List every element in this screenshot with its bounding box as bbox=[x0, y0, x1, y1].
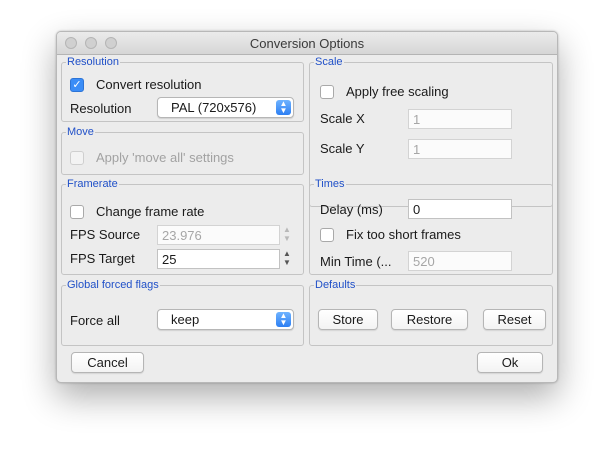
checkmark-icon: ✓ bbox=[72, 79, 82, 91]
defaults-legend: Defaults bbox=[314, 279, 357, 292]
framerate-group: Framerate Change frame rate FPS Source 2… bbox=[61, 178, 304, 275]
scale-x-field[interactable]: 1 bbox=[408, 109, 512, 129]
force-all-select-value: keep bbox=[171, 312, 200, 327]
scale-x-label: Scale X bbox=[320, 111, 365, 126]
fps-source-label: FPS Source bbox=[70, 227, 141, 242]
chevron-up-icon: ▲ bbox=[283, 225, 291, 234]
window-title: Conversion Options bbox=[249, 36, 365, 51]
apply-free-scaling-checkbox[interactable] bbox=[320, 85, 334, 99]
force-all-select[interactable]: keep ▲ ▼ bbox=[157, 309, 294, 330]
resolution-group: Resolution ✓ Convert resolution Resoluti… bbox=[61, 56, 304, 122]
resolution-select[interactable]: PAL (720x576) ▲ ▼ bbox=[157, 97, 294, 118]
fps-target-label: FPS Target bbox=[70, 251, 135, 266]
store-button[interactable]: Store bbox=[318, 309, 378, 330]
move-legend: Move bbox=[66, 126, 95, 139]
title-bar: Conversion Options bbox=[57, 32, 557, 55]
resolution-select-value: PAL (720x576) bbox=[171, 100, 257, 115]
scale-legend: Scale bbox=[314, 56, 344, 69]
change-frame-rate-checkbox[interactable] bbox=[70, 205, 84, 219]
updown-arrows-icon: ▲ ▼ bbox=[276, 100, 291, 115]
scale-y-label: Scale Y bbox=[320, 141, 365, 156]
resolution-label: Resolution bbox=[70, 101, 132, 116]
fps-target-stepper[interactable]: ▲ ▼ bbox=[280, 249, 294, 269]
restore-button[interactable]: Restore bbox=[391, 309, 468, 330]
defaults-group: Defaults Store Restore Reset bbox=[309, 279, 553, 346]
fps-target-field[interactable]: 25 bbox=[157, 249, 280, 269]
fix-short-frames-label: Fix too short frames bbox=[346, 227, 461, 242]
fps-source-field[interactable]: 23.976 bbox=[157, 225, 280, 245]
ok-button[interactable]: Ok bbox=[477, 352, 543, 373]
move-group: Move Apply 'move all' settings bbox=[61, 126, 304, 175]
force-all-label: Force all bbox=[70, 313, 120, 328]
delay-field[interactable]: 0 bbox=[408, 199, 512, 219]
change-frame-rate-label: Change frame rate bbox=[96, 204, 205, 219]
times-legend: Times bbox=[314, 178, 346, 191]
convert-resolution-checkbox[interactable]: ✓ bbox=[70, 78, 84, 92]
times-group: Times Delay (ms) 0 Fix too short frames … bbox=[309, 178, 553, 275]
chevron-up-icon: ▲ bbox=[283, 249, 291, 258]
resolution-legend: Resolution bbox=[66, 56, 120, 69]
scale-y-field[interactable]: 1 bbox=[408, 139, 512, 159]
apply-free-scaling-label: Apply free scaling bbox=[346, 84, 449, 99]
cancel-button[interactable]: Cancel bbox=[71, 352, 144, 373]
fix-short-frames-checkbox[interactable] bbox=[320, 228, 334, 242]
fps-source-stepper[interactable]: ▲ ▼ bbox=[280, 225, 294, 245]
updown-arrows-icon: ▲ ▼ bbox=[276, 312, 291, 327]
conversion-options-dialog: Conversion Options Resolution ✓ Convert … bbox=[56, 31, 558, 383]
reset-button[interactable]: Reset bbox=[483, 309, 546, 330]
framerate-legend: Framerate bbox=[66, 178, 119, 191]
chevron-down-icon: ▼ bbox=[283, 258, 291, 267]
convert-resolution-label: Convert resolution bbox=[96, 77, 202, 92]
chevron-down-icon: ▼ bbox=[283, 234, 291, 243]
min-time-label: Min Time (... bbox=[320, 254, 392, 269]
min-time-field[interactable]: 520 bbox=[408, 251, 512, 271]
delay-label: Delay (ms) bbox=[320, 202, 383, 217]
global-forced-flags-legend: Global forced flags bbox=[66, 279, 160, 292]
apply-move-all-label: Apply 'move all' settings bbox=[96, 150, 234, 165]
global-forced-flags-group: Global forced flags Force all keep ▲ ▼ bbox=[61, 279, 304, 346]
apply-move-all-checkbox[interactable] bbox=[70, 151, 84, 165]
